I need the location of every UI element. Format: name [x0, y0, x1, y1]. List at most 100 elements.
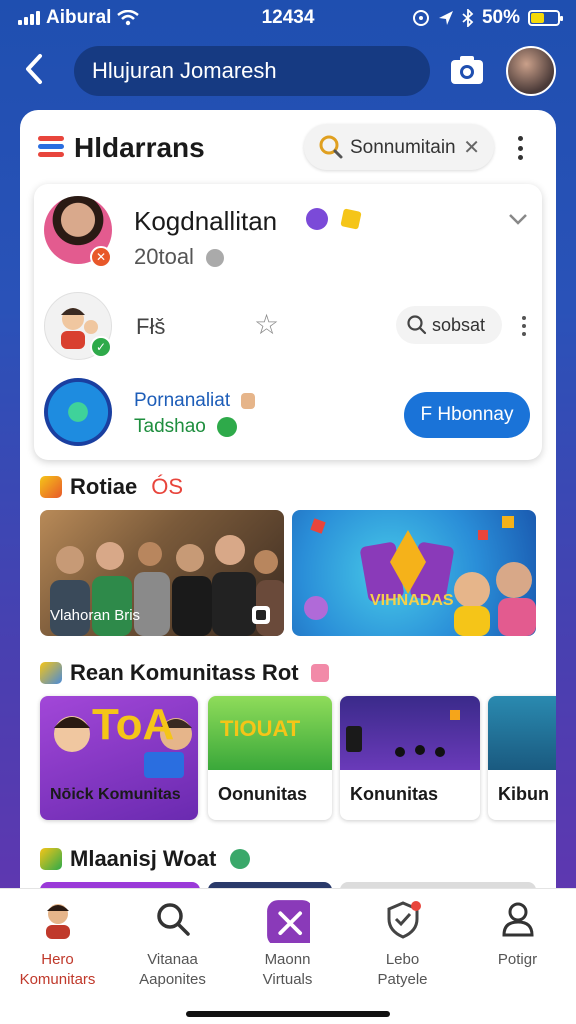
community-status-text: Tadshao: [134, 416, 206, 437]
user-subtitle-text: 20toal: [134, 244, 194, 269]
nav-virtual[interactable]: Maonn Virtuals: [230, 899, 345, 990]
feed-row-community[interactable]: Pornanaliat Tadshao F Hbonnay: [34, 374, 542, 460]
chevron-down-icon[interactable]: [508, 206, 528, 232]
row2-label: Fłš: [136, 314, 166, 339]
kebab-icon[interactable]: [516, 136, 524, 160]
location-icon: [438, 11, 453, 25]
tile-2-art: TIOUAT: [208, 696, 332, 770]
nav-home-line2: Komunitars: [19, 971, 96, 988]
gem-icon: [340, 208, 362, 230]
gift-icon: [310, 664, 329, 682]
bluetooth-icon: [462, 9, 474, 27]
game-art: [304, 516, 536, 636]
nav-home-label: Hero Komunitars: [0, 950, 115, 990]
community-name: Pornanaliat: [134, 390, 256, 412]
trophy-icon: [40, 848, 62, 870]
search-icon: [156, 903, 190, 936]
section-title-3-text: Mlaanisj Woat: [70, 846, 217, 871]
community-tile-2[interactable]: TIOUAT Oonunitas: [208, 696, 332, 820]
nav-search-label: Vitanaa Aaponites: [115, 950, 230, 990]
profile-avatar[interactable]: [506, 46, 556, 96]
search-icon: [407, 315, 427, 335]
user-tags: [306, 208, 362, 230]
community-name-text: Pornanaliat: [134, 390, 231, 411]
hand-icon: [241, 392, 256, 409]
community-tile-3-label: Konunitas: [350, 784, 438, 804]
camera-icon: [451, 56, 483, 84]
tile-4-art: [488, 696, 556, 770]
nav-profile[interactable]: Potigr: [460, 899, 575, 970]
section-title-2: Rean Komunitass Rot: [40, 660, 329, 686]
inline-search[interactable]: sobsat: [396, 306, 502, 344]
search-input[interactable]: Sonnumitain ✕: [304, 124, 494, 170]
bottom-nav: Hero Komunitars Vitanaa Aaponites Maonn …: [0, 888, 576, 1024]
nav-search[interactable]: Vitanaa Aaponites: [115, 899, 230, 990]
nav-virtual-line2: Virtuals: [262, 971, 313, 988]
battery-percent: 50%: [481, 7, 520, 28]
feature-tile-1-caption: Vlahoran Bris: [50, 607, 141, 624]
back-button[interactable]: [22, 52, 58, 92]
nav-profile-label: Potigr: [460, 950, 575, 970]
community-tile-4[interactable]: Kibun: [488, 696, 556, 820]
menu-icon[interactable]: [38, 136, 64, 158]
tile-2-art-text: TIOUAT: [220, 716, 301, 741]
star-icon[interactable]: ☆: [254, 308, 279, 341]
search-text: Sonnumitain: [350, 137, 456, 158]
nav-home[interactable]: Hero Komunitars: [0, 899, 115, 990]
feature-tile-1[interactable]: Vlahoran Bris: [40, 510, 284, 636]
nav-lebo-line1: Lebo: [385, 951, 420, 968]
nav-lebo-label: Lebo Patyele: [345, 950, 460, 990]
feed-row-user[interactable]: ✕ Kogdnallitan 20toal: [34, 184, 542, 284]
feature-tile-2-caption: VIHNADAS: [370, 592, 454, 609]
profile-icon: [45, 904, 70, 939]
nav-virtual-line1: Maonn: [264, 951, 311, 968]
nav-profile-line1: Potigr: [497, 951, 538, 968]
home-indicator[interactable]: [186, 1011, 390, 1017]
community-tile-1-label: Nōick Komunitas: [50, 786, 181, 803]
feed-row-second[interactable]: ✓ Fłš ☆ sobsat: [34, 288, 542, 368]
chat-icon: [230, 849, 251, 869]
nav-home-line1: Hero: [41, 951, 74, 968]
alarm-icon: [412, 10, 429, 26]
info-icon: [206, 249, 225, 268]
nav-search-line2: Aaponites: [139, 971, 206, 988]
close-icon[interactable]: ✕: [463, 135, 480, 160]
close-x-icon: [266, 900, 313, 947]
section-title-2-text: Rean Komunitass Rot: [70, 660, 299, 685]
feed-box: ✕ Kogdnallitan 20toal ✓ Fłš ☆ sobsat Por…: [34, 184, 542, 460]
top-bar: Hlujuran Jomaresh: [0, 44, 576, 100]
card-header: Hldarrans Sonnumitain ✕: [20, 110, 556, 182]
card-title: Hldarrans: [74, 132, 205, 163]
nav-lebo-line2: Patyele: [377, 971, 428, 988]
tile-3-art: [340, 696, 480, 770]
tile-1-art-text: ToA: [92, 700, 175, 749]
join-button[interactable]: F Hbonnay: [404, 392, 530, 438]
header-title[interactable]: Hlujuran Jomaresh: [74, 46, 430, 96]
section-title-1-text: Rotiae: [70, 474, 138, 499]
person-icon: [501, 902, 534, 937]
inline-search-text: sobsat: [432, 315, 486, 335]
section-title-1: Rotiae ÓS: [40, 474, 183, 500]
status-bar: Aibural 12434 50%: [0, 0, 576, 36]
nav-virtual-label: Maonn Virtuals: [230, 950, 345, 990]
section-title-1-suffix: ÓS: [151, 474, 184, 499]
camera-button[interactable]: [448, 52, 486, 90]
concert-art: [346, 710, 460, 757]
kebab-icon[interactable]: [520, 316, 528, 336]
feature-tile-2[interactable]: VIHNADAS: [292, 510, 536, 636]
community-tile-4-label: Kibun: [498, 784, 549, 804]
party-icon: [40, 476, 62, 498]
shield-icon: [387, 901, 421, 939]
community-tile-1[interactable]: ToA Nōick Komunitas: [40, 696, 198, 820]
leaf-icon: [217, 416, 238, 437]
puzzle-icon: [40, 662, 62, 684]
nav-lebo[interactable]: Lebo Patyele: [345, 899, 460, 990]
badge-icon: ✕: [90, 246, 112, 268]
user-name: Kogdnallitan: [134, 206, 278, 236]
main-card: Hldarrans Sonnumitain ✕ ✕ Kogdnallitan 2…: [20, 110, 556, 910]
check-badge-icon: ✓: [90, 336, 112, 358]
community-logo[interactable]: [44, 378, 112, 446]
community-status: Tadshao: [134, 416, 238, 438]
community-tile-3[interactable]: Konunitas: [340, 696, 480, 820]
back-arrow-icon: [26, 54, 42, 84]
